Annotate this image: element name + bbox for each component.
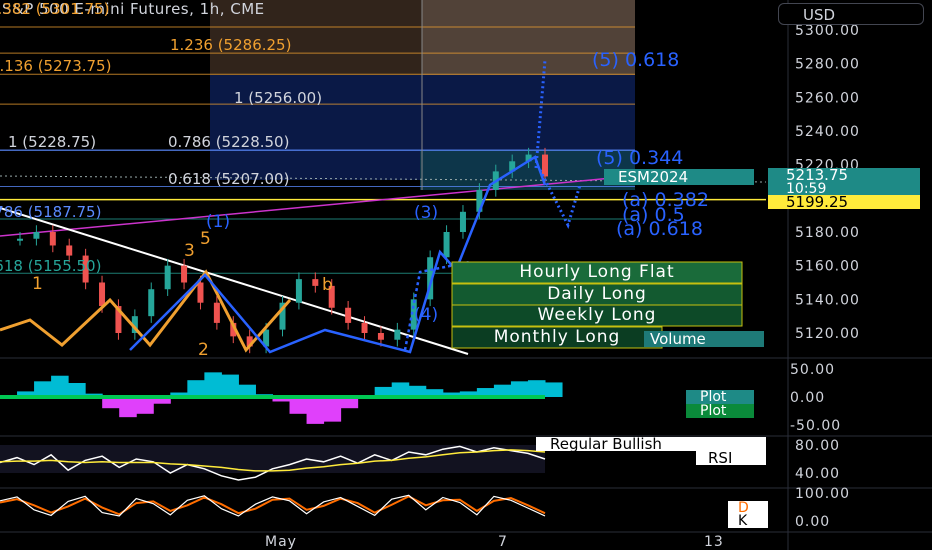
rsi-tick-1: 40.00 xyxy=(795,466,840,482)
candle-body-23 xyxy=(394,329,401,340)
stoch-k-line xyxy=(0,494,546,517)
fib-label-1-left: 1 (5228.75) xyxy=(8,133,97,151)
osc-bar-19 xyxy=(323,397,342,422)
fib-label-0786-left: 0.786 (5187.75) xyxy=(0,203,102,221)
price-tick-6: 5160.00 xyxy=(795,259,860,275)
candle-body-5 xyxy=(99,282,106,307)
time-tick-0: May xyxy=(265,534,297,550)
osc-bar-17 xyxy=(289,397,308,414)
osc-bar-23 xyxy=(391,382,410,397)
level-price-tag: 5199.25 xyxy=(768,195,920,210)
osc-bar-7 xyxy=(119,397,137,418)
osc-bar-2 xyxy=(34,381,52,397)
wave-label-a-0618: (a) 0.618 xyxy=(616,218,703,240)
wave-label-paren-3: (3) xyxy=(414,203,439,223)
wave-label-5-0344: (5) 0.344 xyxy=(596,147,684,169)
candle-body-32 xyxy=(542,154,548,177)
stoch-legend-k: K xyxy=(728,514,768,528)
wave-label-5-0618: (5) 0.618 xyxy=(592,49,680,71)
signal-weekly-label: Weekly Long xyxy=(537,305,657,325)
price-tick-2: 5260.00 xyxy=(795,90,860,106)
wave-label-1: 1 xyxy=(32,274,43,294)
osc-bar-18 xyxy=(306,397,325,424)
osc-bar-4 xyxy=(68,383,86,397)
osc-tick-1: 0.00 xyxy=(790,390,825,406)
candle-body-9 xyxy=(164,265,171,290)
price-tick-5: 5180.00 xyxy=(795,225,860,241)
chart-screenshot: 5300.00 5280.00 5260.00 5240.00 5220.00 5180.… xyxy=(0,0,932,550)
candle-body-20 xyxy=(345,307,352,323)
fib-label-0786: 0.786 (5228.50) xyxy=(168,133,290,151)
osc-legend-plot-2: Plot xyxy=(686,404,754,418)
candle-body-10 xyxy=(181,265,188,283)
candle-body-2 xyxy=(49,232,56,246)
osc-tick-2: -50.00 xyxy=(790,418,841,434)
price-tick-1: 5280.00 xyxy=(795,57,860,73)
wave-label-paren-4: (4) xyxy=(414,305,439,325)
fib-label-0618: 0.618 (5207.00) xyxy=(168,170,290,188)
stoch-legend-d: D xyxy=(728,501,768,515)
osc-bar-31 xyxy=(527,380,546,397)
wave-label-5: 5 xyxy=(200,229,211,249)
rsi-legend-rsi: RSI xyxy=(696,451,766,466)
osc-bar-12 xyxy=(204,372,222,397)
current-price-tag: 5213.75 xyxy=(768,168,920,183)
wave-label-2: 2 xyxy=(198,340,209,360)
fib-label-1382: 1.382 (5301.75) xyxy=(0,0,110,18)
candle-body-17 xyxy=(295,279,302,303)
wave-label-paren-1: (1) xyxy=(206,212,231,232)
osc-legend-plot-1: Plot xyxy=(686,390,754,404)
fib-label-1: 1 (5256.00) xyxy=(234,89,323,107)
volume-label: Volume xyxy=(644,331,764,347)
osc-bar-3 xyxy=(51,375,69,397)
fib-label-1236: 1.236 (5286.25) xyxy=(170,36,292,54)
osc-bar-13 xyxy=(221,374,239,397)
price-tick-7: 5140.00 xyxy=(795,292,860,308)
candle-body-0 xyxy=(17,238,23,241)
candle-body-22 xyxy=(377,333,384,340)
currency-button[interactable]: USD xyxy=(778,3,924,25)
stoch-tick-0: 100.00 xyxy=(795,486,850,502)
price-tick-3: 5240.00 xyxy=(795,124,860,140)
signal-hourly-label: Hourly Long Flat xyxy=(519,262,675,282)
time-tick-1: 7 xyxy=(498,534,508,550)
candle-body-11 xyxy=(197,282,204,303)
candle-body-8 xyxy=(148,289,155,317)
fib-label-0618-left: 0.618 (5155.50) xyxy=(0,257,102,275)
candle-body-3 xyxy=(66,245,73,256)
fib-label-1136: 1.136 (5273.75) xyxy=(0,57,112,75)
candle-body-26 xyxy=(443,232,450,258)
time-tick-2: 13 xyxy=(704,534,724,550)
signal-daily-label: Daily Long xyxy=(547,284,647,304)
osc-tick-0: 50.00 xyxy=(790,362,835,378)
osc-bar-32 xyxy=(545,382,563,397)
rsi-tick-0: 80.00 xyxy=(795,438,840,454)
candle-body-27 xyxy=(459,211,466,232)
wave-label-3: 3 xyxy=(184,241,195,261)
candle-body-1 xyxy=(33,232,40,239)
signal-monthly-label: Monthly Long xyxy=(493,327,621,347)
stoch-tick-1: 0.00 xyxy=(795,514,830,530)
candle-body-12 xyxy=(213,302,220,323)
candle-body-21 xyxy=(361,322,368,333)
osc-bar-11 xyxy=(187,380,205,397)
osc-bar-30 xyxy=(510,381,529,397)
wave-label-b: b xyxy=(322,275,333,295)
symbol-tag: ESM2024 xyxy=(604,169,754,185)
osc-bar-8 xyxy=(136,397,154,414)
price-tick-8: 5120.00 xyxy=(795,326,860,342)
